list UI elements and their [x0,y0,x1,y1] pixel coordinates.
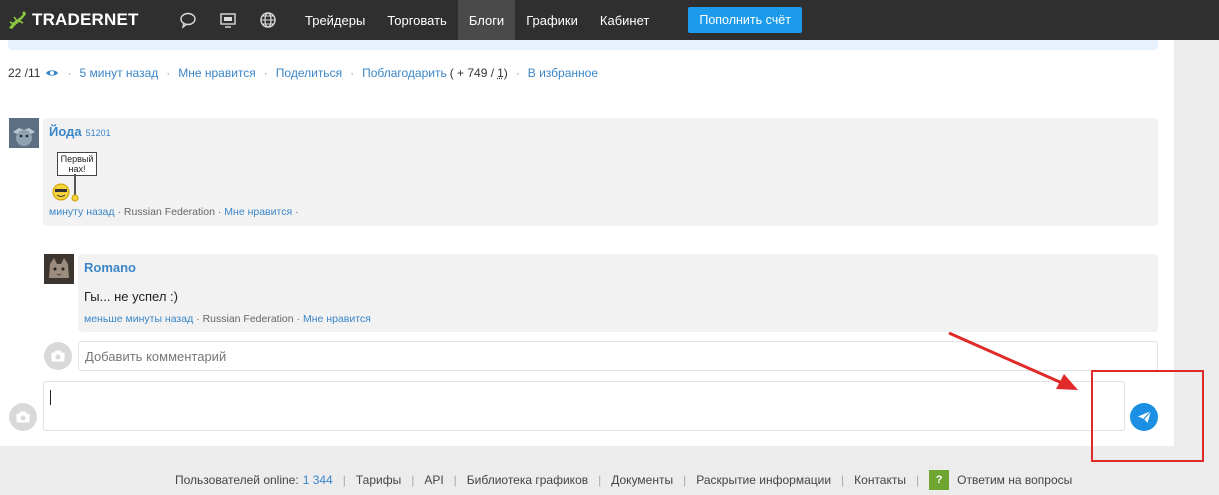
nav-traders[interactable]: Трейдеры [294,0,376,40]
nav-cabinet[interactable]: Кабинет [589,0,660,40]
post-thank-link[interactable]: Поблагодарить [362,66,447,80]
yoda-avatar-icon [9,118,39,148]
top-navbar: TRADERNET Трейдеры Торговать Блоги Графи… [0,0,1219,40]
thanks-close: ) [503,66,508,80]
footer-link-documents[interactable]: Документы [611,473,673,487]
avatar[interactable] [9,118,39,148]
chat-bubble-icon[interactable] [178,10,198,30]
footer-link-chart-library[interactable]: Библиотека графиков [467,473,588,487]
attach-photo-button[interactable] [44,342,72,370]
footer-separator: | [916,473,920,487]
attach-photo-button[interactable] [9,403,37,431]
comment-like-link[interactable]: Мне нравится [303,313,371,325]
send-comment-button[interactable] [1130,403,1158,431]
comment-meta: минуту назад · Russian Federation · Мне … [49,206,299,218]
new-comment-textarea[interactable] [43,381,1125,431]
meta-separator: · [263,66,268,80]
comment-country: Russian Federation [123,206,215,218]
online-label: Пользователей online: [175,473,299,487]
footer-separator: | [411,473,415,487]
footer-link-contacts[interactable]: Контакты [854,473,906,487]
camera-icon [51,350,65,362]
comment-item: Йода 51201 Первый нах! минуту назад · Ru… [43,118,1158,226]
logo-text: TRADERNET [32,10,139,29]
post-favorite-link[interactable]: В избранное [528,66,598,80]
footer-separator: | [683,473,687,487]
reply-comment-input[interactable] [78,341,1158,371]
comment-time-link[interactable]: минуту назад [49,206,115,218]
comment-item: Romano Гы... не успел :) меньше минуты н… [78,254,1158,332]
nav-charts[interactable]: Графики [515,0,589,40]
smiley-icon [52,174,79,202]
sticker-first-nah: Первый нах! [49,152,97,202]
main-nav: Трейдеры Торговать Блоги Графики Кабинет [294,0,660,40]
footer-separator: | [841,473,845,487]
globe-icon[interactable] [258,10,278,30]
meta-dot: · [295,206,299,218]
comment-time-link[interactable]: меньше минуты назад [84,313,193,325]
sticker-sign: Первый нах! [57,152,97,176]
view-count: 22 /11 [8,66,41,80]
comment-text: Гы... не успел :) [84,289,178,304]
right-gutter [1174,40,1219,446]
comment-header: Romano [84,260,136,275]
eye-icon [46,70,59,76]
comment-author[interactable]: Йода [49,124,82,139]
help-question-icon[interactable]: ? [929,470,950,490]
meta-separator: · [166,66,171,80]
footer-link-tariffs[interactable]: Тарифы [356,473,401,487]
comment-country: Russian Federation [202,313,294,325]
post-time-link[interactable]: 5 минут назад [79,66,158,80]
post-body-strip [8,40,1158,50]
monitor-icon[interactable] [218,10,238,30]
footer-link-disclosure[interactable]: Раскрытие информации [696,473,831,487]
paper-plane-icon [1137,410,1151,423]
avatar[interactable] [44,254,74,284]
comment-like-link[interactable]: Мне нравится [224,206,292,218]
footer-separator: | [598,473,602,487]
footer: Пользователей online: 1 344 | Тарифы | A… [175,470,1072,490]
thanks-count[interactable]: 1 [497,66,504,80]
meta-separator: · [350,66,355,80]
post-like-link[interactable]: Мне нравится [178,66,256,80]
lizard-logo-icon [9,11,26,29]
nav-trade[interactable]: Торговать [376,0,458,40]
cat-avatar-icon [44,254,74,284]
post-meta-row: 22 /11 · 5 минут назад · Мне нравится · … [8,66,598,80]
logo[interactable]: TRADERNET [6,0,158,40]
nav-blogs[interactable]: Блоги [457,0,516,40]
author-rating: 51201 [85,128,111,138]
footer-link-api[interactable]: API [424,473,443,487]
footer-separator: | [342,473,346,487]
meta-separator: · [67,66,72,80]
comment-header: Йода 51201 [49,124,111,139]
footer-separator: | [453,473,457,487]
text-caret [50,390,51,405]
topup-account-button[interactable]: Пополнить счёт [688,7,802,33]
comment-meta: меньше минуты назад · Russian Federation… [84,313,371,325]
post-share-link[interactable]: Поделиться [276,66,342,80]
camera-icon [16,411,30,423]
comment-author[interactable]: Romano [84,260,136,275]
post-panel: 22 /11 · 5 минут назад · Мне нравится · … [0,40,1174,446]
thanks-amount: ( + 749 / [449,66,495,80]
online-count-link[interactable]: 1 344 [303,473,333,487]
footer-help-link[interactable]: Ответим на вопросы [957,473,1072,487]
meta-separator: · [515,66,520,80]
